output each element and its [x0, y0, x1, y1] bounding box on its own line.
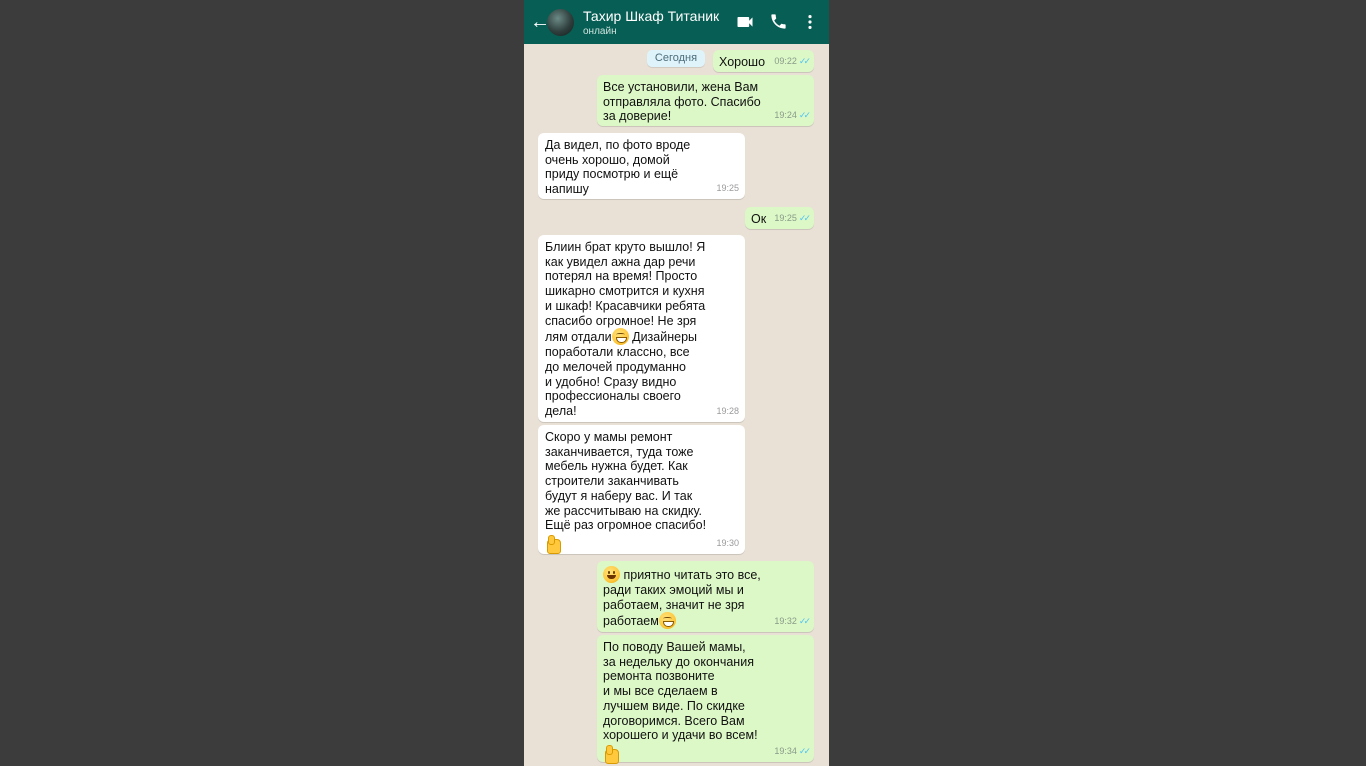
- message-outgoing[interactable]: приятно читать это все, ради таких эмоци…: [597, 561, 814, 632]
- double-check-icon: ✓✓: [798, 213, 811, 224]
- message-time: 19:24: [774, 110, 797, 121]
- contact-status: онлайн: [583, 26, 617, 37]
- message-time: 19:25: [716, 183, 739, 194]
- message-incoming[interactable]: Блиин брат круто вышло! Я как увидел ажн…: [538, 235, 745, 422]
- message-time: 19:28: [716, 406, 739, 417]
- message-time: 19:25: [774, 213, 797, 224]
- message-text: Да видел, по фото вроде очень хорошо, до…: [545, 138, 691, 197]
- double-check-icon: ✓✓: [798, 616, 811, 627]
- raised-fist-emoji-icon: [545, 534, 561, 554]
- phone-icon[interactable]: [769, 12, 789, 32]
- double-check-icon: ✓✓: [798, 746, 811, 757]
- message-time: 19:34: [774, 746, 797, 757]
- double-check-icon: ✓✓: [798, 56, 811, 67]
- grinning-emoji-icon: [611, 328, 629, 346]
- message-incoming[interactable]: Скоро у мамы ремонт заканчивается, туда …: [538, 425, 745, 554]
- grinning-emoji-icon: [658, 612, 676, 630]
- message-outgoing[interactable]: Хорошо 09:22 ✓✓: [713, 50, 814, 72]
- smiling-emoji-icon: [603, 566, 620, 583]
- message-text: Скоро у мамы ремонт заканчивается, туда …: [545, 430, 707, 533]
- message-incoming[interactable]: Да видел, по фото вроде очень хорошо, до…: [538, 133, 745, 199]
- message-text: По поводу Вашей мамы, за недельку до око…: [603, 640, 758, 743]
- video-camera-icon[interactable]: [735, 12, 755, 32]
- message-time: 09:22: [774, 56, 797, 67]
- contact-name[interactable]: Тахир Шкаф Титаник: [583, 8, 743, 25]
- raised-fist-emoji-icon: [603, 744, 619, 764]
- more-vert-icon[interactable]: [800, 12, 820, 32]
- double-check-icon: ✓✓: [798, 110, 811, 121]
- message-text: приятно читать это все, ради таких эмоци…: [603, 568, 761, 629]
- arrow-left-icon[interactable]: ←: [530, 11, 550, 33]
- chat-screen: ← Тахир Шкаф Титаник онлайн Сегодня Хоро…: [524, 0, 829, 766]
- date-separator: Сегодня: [647, 50, 705, 67]
- chat-header: ← Тахир Шкаф Титаник онлайн: [524, 0, 829, 44]
- message-time: 19:30: [716, 538, 739, 549]
- message-outgoing[interactable]: По поводу Вашей мамы, за недельку до око…: [597, 635, 814, 764]
- message-outgoing[interactable]: Все установили, жена Вам отправляла фото…: [597, 75, 814, 126]
- message-outgoing[interactable]: Ок 19:25 ✓✓: [745, 207, 814, 229]
- message-time: 19:32: [774, 616, 797, 627]
- avatar[interactable]: [547, 9, 574, 36]
